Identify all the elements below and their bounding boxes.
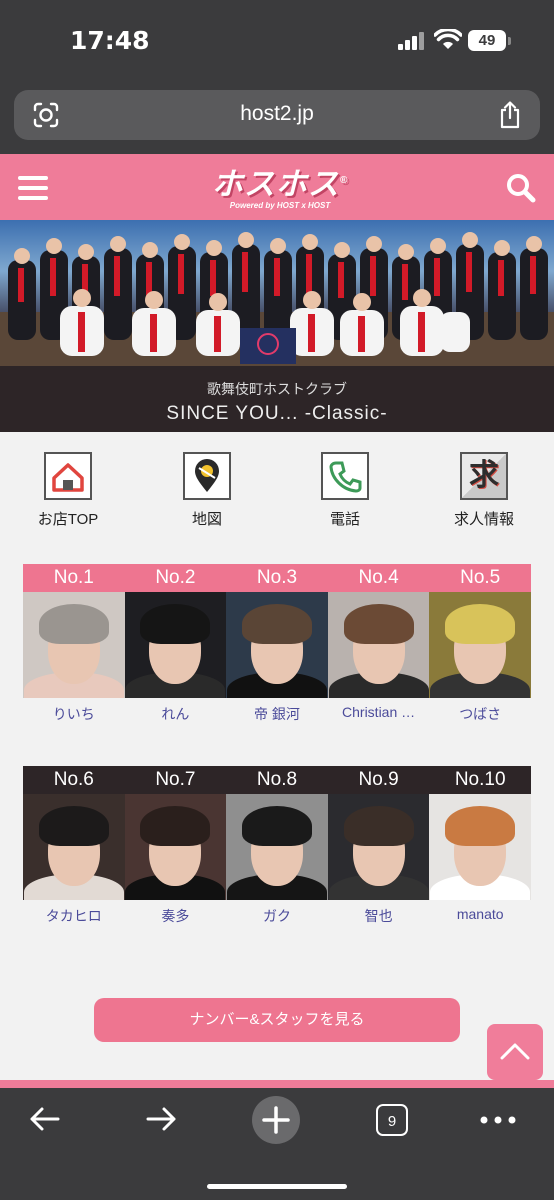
host-name[interactable]: りいち — [23, 704, 125, 724]
shop-nav: お店TOP 地図 電話 求 求人情報 — [0, 452, 554, 532]
chevron-up-icon — [500, 1043, 530, 1060]
status-bar: 17:48 49 — [0, 0, 554, 82]
more-options-icon[interactable] — [480, 1116, 516, 1124]
host-photo[interactable] — [226, 794, 328, 900]
recruit-glyph: 求 — [469, 459, 499, 492]
shop-name: SINCE YOU... -Classic- — [166, 403, 388, 424]
host-name[interactable]: タカヒロ — [23, 906, 125, 926]
rank-label: No.10 — [429, 766, 531, 794]
host-photo[interactable] — [226, 592, 328, 698]
host-name[interactable]: れん — [125, 704, 227, 724]
host-name[interactable]: 智也 — [328, 906, 430, 926]
nav-label: お店TOP — [37, 511, 99, 528]
ranking-card[interactable]: No.3 帝 銀河 — [226, 564, 328, 724]
site-logo[interactable]: ホスホス® Powered by HOST x HOST — [200, 164, 360, 211]
share-icon[interactable] — [498, 101, 522, 129]
ranking-card[interactable]: No.10 manato — [429, 766, 531, 922]
host-photo[interactable] — [124, 592, 227, 698]
rank-label: No.8 — [226, 766, 328, 794]
tab-switcher-button[interactable]: 9 — [376, 1104, 408, 1136]
home-indicator — [207, 1184, 347, 1189]
scroll-to-top-button[interactable] — [487, 1024, 543, 1080]
logo-tagline: Powered by HOST x HOST — [229, 201, 331, 211]
ranking-card[interactable]: No.8 ガク — [226, 766, 328, 926]
registered-mark: ® — [339, 175, 349, 186]
forward-arrow-icon[interactable] — [144, 1102, 178, 1136]
nav-map[interactable]: 地図 — [147, 452, 267, 529]
map-pin-icon — [183, 452, 231, 500]
shop-title-band: 歌舞伎町ホストクラブ SINCE YOU... -Classic- — [0, 366, 554, 432]
rank-label: No.3 — [226, 564, 328, 592]
search-icon[interactable] — [506, 173, 536, 203]
rank-label: No.9 — [327, 766, 430, 794]
host-photo[interactable] — [429, 592, 531, 698]
host-photo[interactable] — [327, 794, 430, 900]
url-text[interactable]: host2.jp — [14, 102, 540, 126]
battery-level: 49 — [468, 30, 506, 51]
footer-accent-strip — [0, 1080, 554, 1088]
nav-label: 電話 — [329, 511, 360, 528]
ranking-card[interactable]: No.1 りいち — [23, 564, 125, 724]
host-photo[interactable] — [124, 794, 227, 900]
nav-label: 地図 — [191, 511, 222, 528]
rank-label: No.1 — [23, 564, 125, 592]
status-time: 17:48 — [70, 26, 150, 55]
nav-phone[interactable]: 電話 — [285, 452, 405, 529]
logo-text: ホスホス — [211, 166, 340, 202]
battery-tip — [508, 37, 511, 45]
ranking-card[interactable]: No.6 タカヒロ — [23, 766, 125, 926]
nav-recruit[interactable]: 求 求人情報 — [424, 452, 544, 529]
shop-hero-photo — [0, 220, 554, 366]
recruit-icon: 求 — [460, 452, 508, 500]
host-photo[interactable] — [327, 592, 430, 698]
rank-label: No.5 — [429, 564, 531, 592]
ranking-card[interactable]: No.9 智也 — [327, 766, 430, 926]
ranking-card[interactable]: No.7 奏多 — [124, 766, 227, 926]
plus-icon — [262, 1106, 290, 1134]
host-photo[interactable] — [23, 794, 125, 900]
host-name[interactable]: manato — [429, 906, 531, 922]
phone-icon — [321, 452, 369, 500]
host-name[interactable]: 奏多 — [125, 906, 227, 926]
rank-label: No.4 — [327, 564, 430, 592]
wifi-icon — [434, 29, 462, 49]
host-name[interactable]: ガク — [226, 906, 328, 926]
group-photo-illustration — [0, 232, 554, 366]
ranking-card[interactable]: No.4 Christian … — [327, 564, 430, 720]
host-name[interactable]: 帝 銀河 — [226, 704, 328, 724]
back-arrow-icon[interactable] — [28, 1102, 62, 1136]
ranking-card[interactable]: No.2 れん — [124, 564, 227, 724]
rank-label: No.6 — [23, 766, 125, 794]
host-name[interactable]: つばさ — [429, 704, 531, 724]
browser-url-area: host2.jp — [0, 82, 554, 154]
ranking-card[interactable]: No.5 つばさ — [429, 564, 531, 724]
host-photo[interactable] — [23, 592, 125, 698]
nav-label: 求人情報 — [453, 511, 514, 528]
address-bar[interactable]: host2.jp — [14, 90, 540, 140]
view-numbers-staff-button[interactable]: ナンバー&スタッフを見る — [94, 998, 460, 1042]
new-tab-button[interactable] — [252, 1096, 300, 1144]
site-header: ホスホス® Powered by HOST x HOST — [0, 154, 554, 220]
nav-shop-top[interactable]: お店TOP — [8, 452, 128, 529]
host-name[interactable]: Christian … — [328, 704, 430, 720]
rank-label: No.7 — [124, 766, 227, 794]
shop-category: 歌舞伎町ホストクラブ — [207, 381, 347, 397]
menu-icon[interactable] — [18, 176, 48, 206]
shop-home-icon — [44, 452, 92, 500]
host-photo[interactable] — [429, 794, 531, 900]
cellular-signal-icon — [398, 32, 426, 50]
rank-label: No.2 — [124, 564, 227, 592]
